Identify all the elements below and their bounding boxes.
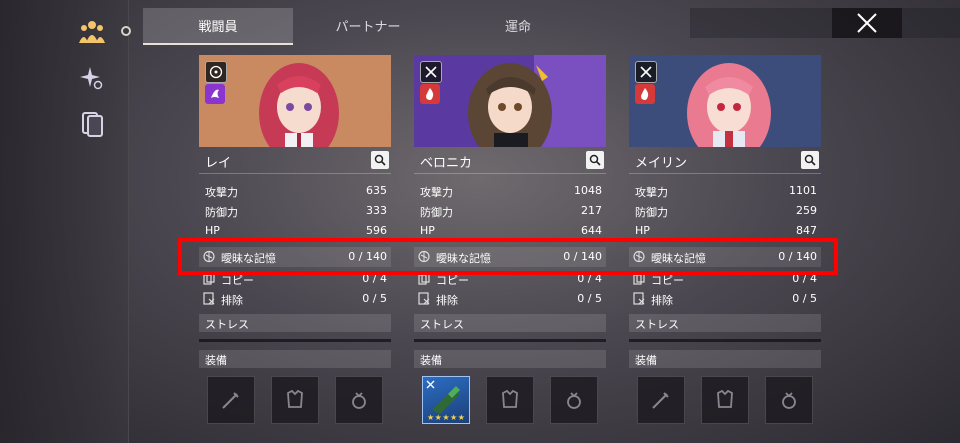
- equip-slot-armor[interactable]: [271, 376, 319, 424]
- character-name: レイ: [205, 156, 232, 171]
- character-portrait[interactable]: [414, 55, 606, 147]
- search-icon: [589, 154, 601, 166]
- character-name-row: レイ: [199, 149, 391, 174]
- stat-attack: 攻撃力 1101: [635, 184, 817, 199]
- stress-header: ストレス: [199, 314, 391, 332]
- topbar-shade: [690, 8, 960, 38]
- equip-slot-ring[interactable]: [765, 376, 813, 424]
- equip-slot-weapon[interactable]: ★★★★★: [422, 376, 470, 424]
- stress-bar: [629, 339, 821, 342]
- ring-icon: [782, 392, 796, 409]
- sword-icon: [652, 392, 669, 409]
- target-class-icon: [205, 61, 227, 83]
- stat-defense: 防御力 259: [635, 204, 817, 219]
- character-portrait[interactable]: [199, 55, 391, 147]
- sidebar: [0, 0, 129, 443]
- stress-bar: [414, 339, 606, 342]
- armor-icon: [717, 389, 733, 408]
- purple-element-icon: [205, 84, 225, 104]
- sword-icon: [222, 392, 239, 409]
- equipment-header: 装備: [629, 350, 821, 368]
- search-icon: [804, 154, 816, 166]
- ring-icon: [567, 392, 581, 409]
- character-name-row: メイリン: [629, 149, 821, 174]
- tab-partner[interactable]: パートナー: [293, 8, 443, 43]
- detail-search-button[interactable]: [801, 151, 819, 169]
- exclude-icon: [418, 292, 430, 305]
- equipment-header: 装備: [414, 350, 606, 368]
- fire-element-icon: [635, 84, 655, 104]
- exclude-row[interactable]: 排除 0 / 5: [629, 289, 821, 309]
- cards-icon[interactable]: [74, 106, 110, 142]
- equipment-header: 装備: [199, 350, 391, 368]
- equip-slot-ring[interactable]: [335, 376, 383, 424]
- character-name-row: ベロニカ: [414, 149, 606, 174]
- crossed-swords-class-icon: [635, 61, 657, 83]
- character-name: メイリン: [635, 156, 688, 171]
- stress-header: ストレス: [414, 314, 606, 332]
- ring-icon: [352, 392, 366, 409]
- character-name: ベロニカ: [420, 156, 473, 171]
- fire-element-icon: [420, 84, 440, 104]
- equip-slot-weapon[interactable]: [207, 376, 255, 424]
- memory-row-highlight: [178, 238, 838, 275]
- armor-icon: [502, 389, 518, 408]
- tab-fate[interactable]: 運命: [443, 8, 593, 43]
- team-icon[interactable]: [74, 14, 110, 50]
- exclude-icon: [633, 292, 645, 305]
- exclude-row[interactable]: 排除 0 / 5: [199, 289, 391, 309]
- stat-defense: 防御力 217: [420, 204, 602, 219]
- tab-combatants[interactable]: 戦闘員: [143, 8, 293, 45]
- sidebar-active-indicator: [121, 26, 131, 36]
- equipped-weapon-stars: ★★★★★: [427, 413, 466, 422]
- detail-search-button[interactable]: [371, 151, 389, 169]
- close-button[interactable]: [832, 8, 902, 38]
- armor-icon: [287, 389, 303, 408]
- close-icon: [857, 13, 877, 33]
- equip-slot-armor[interactable]: [701, 376, 749, 424]
- stress-bar: [199, 339, 391, 342]
- crossed-swords-class-icon: [420, 61, 442, 83]
- equip-slot-armor[interactable]: [486, 376, 534, 424]
- sparkle-icon[interactable]: [74, 60, 110, 96]
- stress-header: ストレス: [629, 314, 821, 332]
- detail-search-button[interactable]: [586, 151, 604, 169]
- exclude-icon: [203, 292, 215, 305]
- equip-slot-ring[interactable]: [550, 376, 598, 424]
- exclude-row[interactable]: 排除 0 / 5: [414, 289, 606, 309]
- stat-attack: 攻撃力 635: [205, 184, 387, 199]
- search-icon: [374, 154, 386, 166]
- stat-attack: 攻撃力 1048: [420, 184, 602, 199]
- character-portrait[interactable]: [629, 55, 821, 147]
- equip-slot-weapon[interactable]: [637, 376, 685, 424]
- stat-defense: 防御力 333: [205, 204, 387, 219]
